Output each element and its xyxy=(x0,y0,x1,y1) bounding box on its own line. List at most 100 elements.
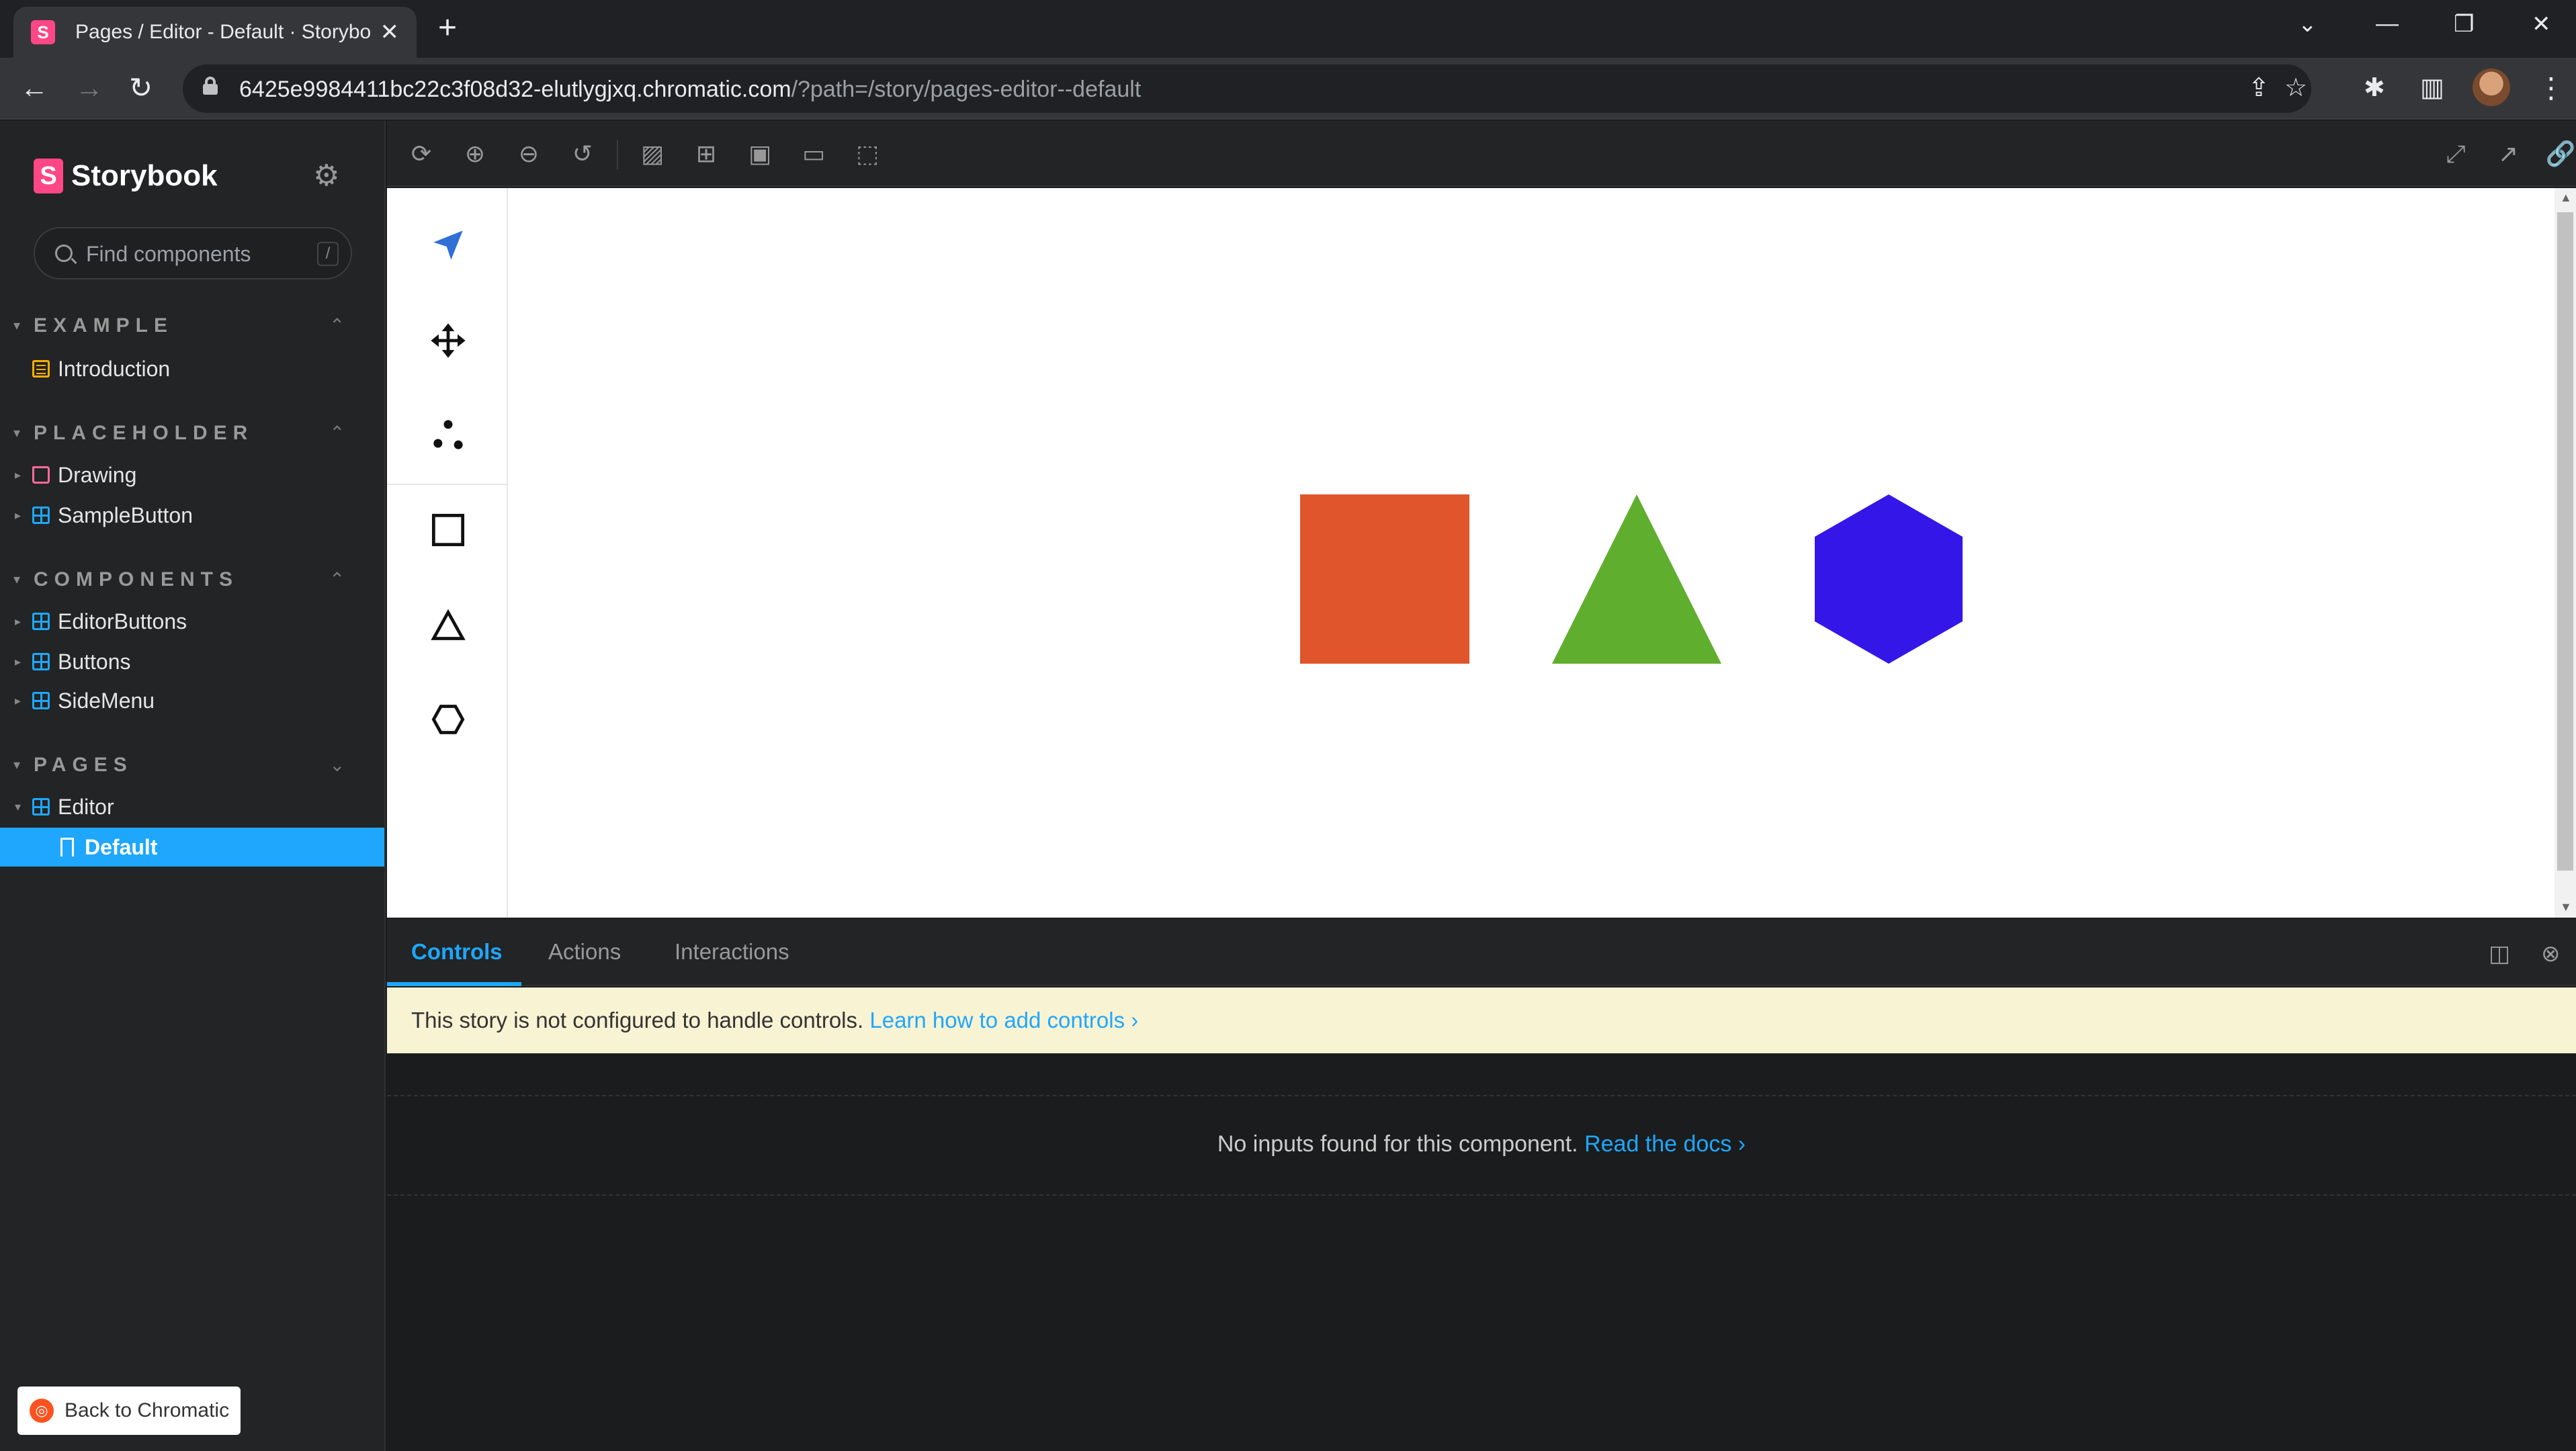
tab-search-chevron-icon[interactable]: ⌄ xyxy=(2298,11,2317,38)
url-text: 6425e9984411bc22c3f08d32-elutlygjxq.chro… xyxy=(239,77,1142,102)
learn-controls-link[interactable]: Learn how to add controls › xyxy=(869,1008,1138,1032)
section-caret-icon: ▾ xyxy=(13,426,21,441)
zoom-reset-icon[interactable]: ↺ xyxy=(566,137,599,171)
url-bar[interactable]: 6425e9984411bc22c3f08d32-elutlygjxq.chro… xyxy=(183,64,2311,113)
read-docs-link[interactable]: Read the docs › xyxy=(1584,1131,1746,1157)
browser-menu-icon[interactable]: ⋮ xyxy=(2537,71,2565,105)
measure-icon[interactable]: ▭ xyxy=(797,137,830,171)
search-field[interactable]: / xyxy=(34,227,352,279)
open-new-tab-icon[interactable]: ↗ xyxy=(2491,137,2525,171)
forward-arrow-icon[interactable]: → xyxy=(75,71,103,105)
scroll-down-icon[interactable]: ▼ xyxy=(2560,900,2572,914)
story-preview-canvas[interactable] xyxy=(387,188,2554,918)
empty-text: No inputs found for this component. xyxy=(1217,1131,1578,1157)
sidebar-item-label: SampleButton xyxy=(58,502,194,527)
tab-actions[interactable]: Actions xyxy=(548,939,621,965)
address-bar-row: ← → ↻ 6425e9984411bc22c3f08d32-elutlygjx… xyxy=(0,58,2576,120)
profile-avatar[interactable] xyxy=(2473,69,2510,106)
zoom-in-icon[interactable]: ⊕ xyxy=(458,137,492,171)
section-placeholder[interactable]: ▾ PLACEHOLDER ⌃ xyxy=(13,421,363,447)
minimize-icon[interactable]: — xyxy=(2376,11,2399,37)
collapse-toggle-icon[interactable]: ⌃ xyxy=(329,314,345,337)
section-pages[interactable]: ▾ PAGES ⌄ xyxy=(13,752,363,779)
blue-hexagon-shape[interactable] xyxy=(1815,494,1963,667)
side-panel-icon[interactable]: ▥ xyxy=(2420,71,2444,105)
doc-icon xyxy=(32,360,50,378)
restore-icon[interactable]: ❐ xyxy=(2454,11,2474,38)
settings-gear-icon[interactable]: ⚙ xyxy=(313,159,339,193)
browser-tab[interactable]: S Pages / Editor - Default · Storybook ✕ xyxy=(13,7,417,58)
section-label: COMPONENTS xyxy=(34,568,239,590)
back-arrow-icon[interactable]: ← xyxy=(20,71,48,105)
section-caret-icon: ▾ xyxy=(13,318,21,333)
scroll-up-icon[interactable]: ▲ xyxy=(2560,191,2572,205)
tab-controls[interactable]: Controls xyxy=(411,939,503,965)
toolbar-divider xyxy=(617,140,618,169)
move-tool-icon[interactable] xyxy=(425,317,472,364)
outline-icon[interactable]: ⬚ xyxy=(851,137,884,171)
sidebar-item-default[interactable]: Default xyxy=(0,828,384,867)
close-window-icon[interactable]: ✕ xyxy=(2532,11,2551,38)
zoom-out-icon[interactable]: ⊖ xyxy=(512,137,546,171)
background-icon[interactable]: ▨ xyxy=(636,137,669,171)
panel-orientation-icon[interactable]: ◫ xyxy=(2489,940,2510,967)
triangle-tool-icon[interactable] xyxy=(425,602,472,649)
expand-caret-icon: ▸ xyxy=(15,508,22,522)
search-input[interactable] xyxy=(86,238,288,270)
bookmark-star-icon[interactable]: ☆ xyxy=(2284,73,2307,103)
remount-icon[interactable]: ⟳ xyxy=(404,137,438,171)
tab-interactions[interactable]: Interactions xyxy=(675,939,789,965)
sidebar-item-label: Editor xyxy=(58,794,114,819)
collapse-toggle-icon[interactable]: ⌃ xyxy=(329,568,345,590)
fullscreen-icon[interactable]: ⤢ xyxy=(2439,137,2473,171)
storybook-logo[interactable]: S Storybook xyxy=(34,159,218,193)
folder-icon xyxy=(32,466,50,484)
sidebar-item-buttons[interactable]: ▸ Buttons xyxy=(0,642,384,681)
orange-square-shape[interactable] xyxy=(1300,494,1469,667)
viewport-icon[interactable]: ▣ xyxy=(743,137,777,171)
sidebar-item-editorbuttons[interactable]: ▸ EditorButtons xyxy=(0,602,384,641)
sidebar-item-samplebutton[interactable]: ▸ SampleButton xyxy=(0,496,384,535)
section-example[interactable]: ▾ EXAMPLE ⌃ xyxy=(13,313,363,340)
select-tool-icon[interactable] xyxy=(425,222,472,269)
sidebar-item-editor[interactable]: ▾ Editor xyxy=(0,787,384,826)
sidebar-item-introduction[interactable]: Introduction xyxy=(0,349,384,388)
new-tab-icon[interactable]: + xyxy=(438,12,457,44)
square-tool-icon[interactable] xyxy=(425,507,472,554)
storybook-sidebar: S Storybook ⚙ / ▾ EXAMPLE ⌃ Introduction… xyxy=(0,121,386,1451)
active-tab-indicator xyxy=(387,982,521,986)
share-icon[interactable]: ⇪ xyxy=(2248,73,2270,103)
sidebar-item-sidemenu[interactable]: ▸ SideMenu xyxy=(0,681,384,720)
browser-tab-bar: S Pages / Editor - Default · Storybook ✕… xyxy=(0,0,2576,58)
editor-tool-panel xyxy=(387,188,508,918)
section-caret-icon: ▾ xyxy=(13,572,21,587)
sidebar-item-label: SideMenu xyxy=(58,688,155,713)
green-triangle-shape[interactable] xyxy=(1552,494,1721,667)
section-caret-icon: ▾ xyxy=(13,758,21,773)
copy-link-icon[interactable]: 🔗 xyxy=(2544,137,2576,171)
component-icon xyxy=(32,613,50,630)
sidebar-item-label: Buttons xyxy=(58,649,131,674)
expand-caret-icon: ▾ xyxy=(15,799,22,814)
chromatic-logo-icon: ◎ xyxy=(30,1399,54,1423)
section-label: PLACEHOLDER xyxy=(34,422,254,444)
preview-scrollbar[interactable]: ▲ ▼ xyxy=(2554,188,2576,918)
extensions-icon[interactable]: ✱ xyxy=(2364,71,2385,105)
reload-icon[interactable]: ↻ xyxy=(129,71,153,105)
collapse-toggle-icon[interactable]: ⌃ xyxy=(329,422,345,444)
collapse-toggle-icon[interactable]: ⌄ xyxy=(329,754,345,776)
lock-icon xyxy=(203,77,218,95)
points-tool-icon[interactable] xyxy=(425,411,472,458)
back-to-chromatic-button[interactable]: ◎ Back to Chromatic xyxy=(17,1387,241,1435)
expand-caret-icon: ▸ xyxy=(15,468,22,482)
close-panel-icon[interactable]: ⊗ xyxy=(2541,940,2561,967)
sidebar-item-drawing[interactable]: ▸ Drawing xyxy=(0,455,384,494)
addon-tab-bar: Controls Actions Interactions ◫ ⊗ xyxy=(387,919,2576,986)
grid-icon[interactable]: ⊞ xyxy=(689,137,723,171)
scrollbar-thumb[interactable] xyxy=(2557,212,2573,871)
tab-close-icon[interactable]: ✕ xyxy=(380,19,400,46)
component-icon xyxy=(32,798,50,816)
hexagon-tool-icon[interactable] xyxy=(425,696,472,743)
section-components[interactable]: ▾ COMPONENTS ⌃ xyxy=(13,567,363,594)
chevron-right-icon: › xyxy=(1737,1131,1746,1157)
